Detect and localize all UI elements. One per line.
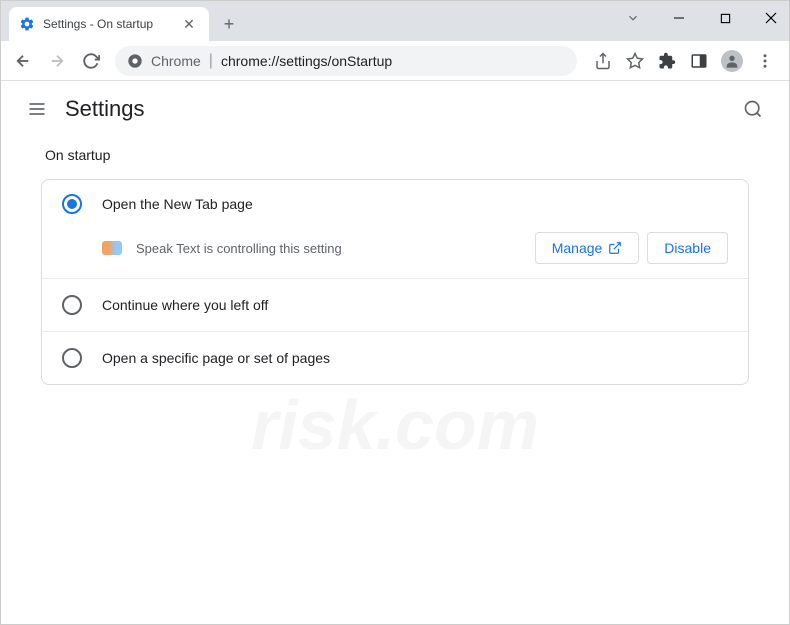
manage-button[interactable]: Manage (535, 232, 640, 264)
option-continue[interactable]: Continue where you left off (42, 279, 748, 331)
address-url: chrome://settings/onStartup (221, 53, 392, 69)
extensions-puzzle-icon[interactable] (657, 51, 677, 71)
minimize-icon[interactable] (665, 12, 693, 24)
section-title: On startup (45, 147, 749, 163)
kebab-menu-icon[interactable] (755, 51, 775, 71)
radio-unchecked-icon[interactable] (62, 348, 82, 368)
option-specific-pages[interactable]: Open a specific page or set of pages (42, 332, 748, 384)
browser-tab[interactable]: Settings - On startup ✕ (9, 7, 209, 41)
browser-toolbar: Chrome | chrome://settings/onStartup (1, 41, 789, 81)
forward-button[interactable] (43, 47, 71, 75)
window-titlebar: Settings - On startup ✕ + (1, 1, 789, 41)
settings-gear-icon (19, 16, 35, 32)
startup-options-card: Open the New Tab page Speak Text is cont… (41, 179, 749, 385)
address-prefix: Chrome (151, 53, 201, 69)
window-controls (619, 1, 789, 41)
option-new-tab[interactable]: Open the New Tab page Speak Text is cont… (42, 180, 748, 278)
hamburger-menu-icon[interactable] (17, 89, 57, 129)
option-label: Open a specific page or set of pages (102, 350, 330, 366)
watermark-sub: risk.com (251, 385, 539, 465)
settings-content: On startup Open the New Tab page Speak T… (1, 147, 789, 385)
close-window-icon[interactable] (757, 12, 785, 24)
option-label: Continue where you left off (102, 297, 268, 313)
close-tab-icon[interactable]: ✕ (181, 16, 197, 32)
extension-icon (102, 241, 122, 255)
chrome-icon (127, 53, 143, 69)
manage-label: Manage (552, 240, 603, 256)
page-title: Settings (65, 96, 145, 122)
reload-button[interactable] (77, 47, 105, 75)
profile-avatar[interactable] (721, 50, 743, 72)
sidepanel-icon[interactable] (689, 51, 709, 71)
new-tab-button[interactable]: + (215, 10, 243, 38)
radio-checked-icon[interactable] (62, 194, 82, 214)
bookmark-star-icon[interactable] (625, 51, 645, 71)
extension-control-row: Speak Text is controlling this setting M… (102, 232, 728, 264)
extension-message: Speak Text is controlling this setting (136, 241, 527, 256)
address-divider: | (209, 52, 213, 70)
radio-unchecked-icon[interactable] (62, 295, 82, 315)
external-link-icon (608, 241, 622, 255)
maximize-icon[interactable] (711, 13, 739, 24)
tab-title: Settings - On startup (43, 17, 181, 31)
settings-header: Settings (1, 81, 789, 137)
address-bar[interactable]: Chrome | chrome://settings/onStartup (115, 46, 577, 76)
share-icon[interactable] (593, 51, 613, 71)
search-icon[interactable] (733, 89, 773, 129)
disable-button[interactable]: Disable (647, 232, 728, 264)
back-button[interactable] (9, 47, 37, 75)
option-label: Open the New Tab page (102, 196, 253, 212)
chevron-down-icon[interactable] (619, 11, 647, 25)
